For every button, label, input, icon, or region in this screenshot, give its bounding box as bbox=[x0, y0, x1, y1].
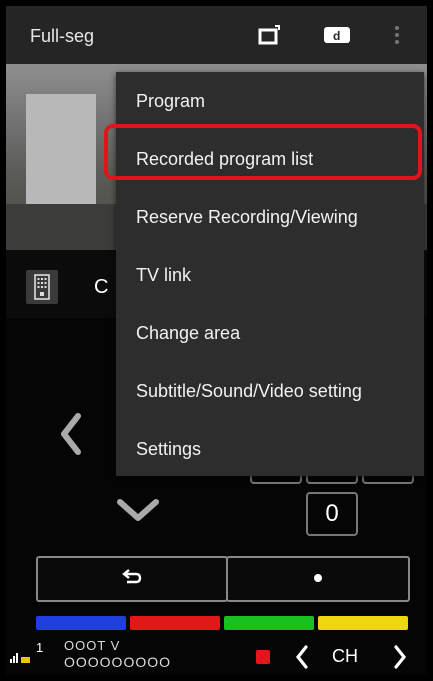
program-name: OOOOOOOOO bbox=[64, 654, 172, 670]
menu-item-reserve-recording[interactable]: Reserve Recording/Viewing bbox=[116, 188, 424, 246]
red-key[interactable] bbox=[130, 616, 220, 630]
menu-item-change-area[interactable]: Change area bbox=[116, 304, 424, 362]
channel-name: C bbox=[94, 276, 109, 298]
remote-control-icon[interactable] bbox=[26, 270, 58, 304]
menu-item-tv-link[interactable]: TV link bbox=[116, 246, 424, 304]
record-icon[interactable] bbox=[256, 650, 270, 664]
return-arrow-icon bbox=[122, 568, 142, 591]
d-button-icon[interactable]: d bbox=[322, 24, 352, 46]
chevron-left-icon[interactable] bbox=[294, 644, 310, 675]
blue-key[interactable] bbox=[36, 616, 126, 630]
video-scene bbox=[26, 94, 96, 204]
chevron-right-icon[interactable] bbox=[392, 644, 408, 675]
channel-number: 1 bbox=[36, 640, 44, 655]
station-name: OOOT V bbox=[64, 638, 121, 653]
svg-text:d: d bbox=[333, 29, 340, 43]
center-button[interactable] bbox=[226, 556, 410, 602]
overflow-menu-icon[interactable] bbox=[392, 24, 402, 46]
top-app-bar: Full-seg d bbox=[6, 6, 427, 64]
menu-item-settings[interactable]: Settings bbox=[116, 420, 424, 478]
channel-label: CH bbox=[332, 646, 358, 666]
popup-window-icon[interactable] bbox=[256, 24, 284, 46]
chevron-down-icon[interactable] bbox=[116, 494, 160, 529]
signal-strength-icon bbox=[10, 648, 32, 669]
app-title: Full-seg bbox=[30, 26, 95, 46]
yellow-key[interactable] bbox=[318, 616, 408, 630]
app-screen: Full-seg d C 0 1 OOOT V OOOOOOOOO CH Pro… bbox=[6, 6, 427, 675]
status-footer: 1 OOOT V OOOOOOOOO CH bbox=[6, 636, 427, 675]
keypad-key-0[interactable]: 0 bbox=[306, 492, 358, 536]
dot-icon bbox=[313, 570, 323, 588]
return-button[interactable] bbox=[36, 556, 228, 602]
highlight-callout bbox=[104, 124, 422, 180]
menu-item-subtitle-sound-video[interactable]: Subtitle/Sound/Video setting bbox=[116, 362, 424, 420]
green-key[interactable] bbox=[224, 616, 314, 630]
chevron-left-icon[interactable] bbox=[56, 412, 86, 461]
menu-item-program[interactable]: Program bbox=[116, 72, 424, 130]
